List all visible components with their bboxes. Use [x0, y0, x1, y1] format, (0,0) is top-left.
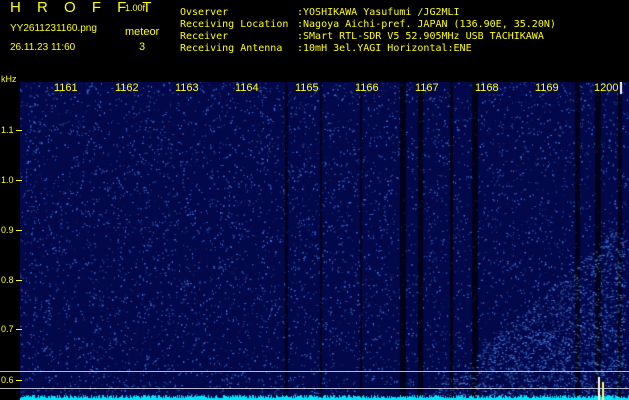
y-tick-label: 1.0	[1, 175, 14, 185]
y-tick-label: 0.6	[1, 375, 14, 385]
receiver-key: Receiver	[180, 31, 229, 42]
meteor-count: 3	[139, 41, 146, 53]
x-tick-label: 1163	[175, 82, 199, 94]
antenna-key: Receiving Antenna	[180, 43, 283, 54]
y-tick-label: 0.9	[1, 225, 14, 235]
header-panel: H R O F F T 1.00f YY2611231160.png meteo…	[0, 0, 629, 74]
x-tick-label: 1161	[54, 82, 78, 94]
x-tick-label: 1169	[535, 82, 559, 94]
reference-line	[0, 388, 629, 389]
receiver-value: :SMart RTL-SDR V5 52.905MHz USB TACHIKAW…	[297, 31, 544, 42]
observer-value: :YOSHIKAWA Yasufumi /JG2MLI	[297, 7, 460, 18]
x-tick-label: 1166	[355, 82, 379, 94]
x-tick-label: 1162	[115, 82, 139, 94]
y-tick-mark	[16, 329, 22, 330]
location-key: Receiving Location	[180, 19, 289, 30]
y-tick-mark	[16, 230, 22, 231]
x-tick-label: 1164	[235, 82, 259, 94]
location-value: :Nagoya Aichi-pref. JAPAN (136.90E, 35.2…	[297, 19, 556, 30]
y-tick-mark	[16, 180, 22, 181]
meteor-label: meteor	[125, 26, 160, 38]
antenna-value: :10mH 3el.YAGI Horizontal:ENE	[297, 43, 472, 54]
observer-key: Ovserver	[180, 7, 229, 18]
y-tick-mark	[16, 380, 22, 381]
y-tick-label: 1.1	[1, 125, 14, 135]
y-tick-label: 0.7	[1, 324, 14, 334]
y-tick-label: 0.8	[1, 275, 14, 285]
spectrogram-plot[interactable]	[20, 82, 629, 400]
reference-line	[0, 371, 629, 372]
frequency-unit-label: kHz	[1, 74, 17, 84]
x-tick-label: 1167	[415, 82, 439, 94]
x-tick-label: 1165	[295, 82, 319, 94]
x-tick-label: 1168	[475, 82, 499, 94]
x-tick-label: 1200	[594, 82, 619, 94]
y-tick-mark	[16, 280, 22, 281]
capture-datetime: 26.11.23 11:60	[10, 42, 76, 53]
y-tick-mark	[16, 130, 22, 131]
app-version: 1.00f	[125, 3, 146, 13]
spectrogram-canvas	[20, 82, 629, 400]
image-filename: YY2611231160.png	[10, 23, 97, 34]
